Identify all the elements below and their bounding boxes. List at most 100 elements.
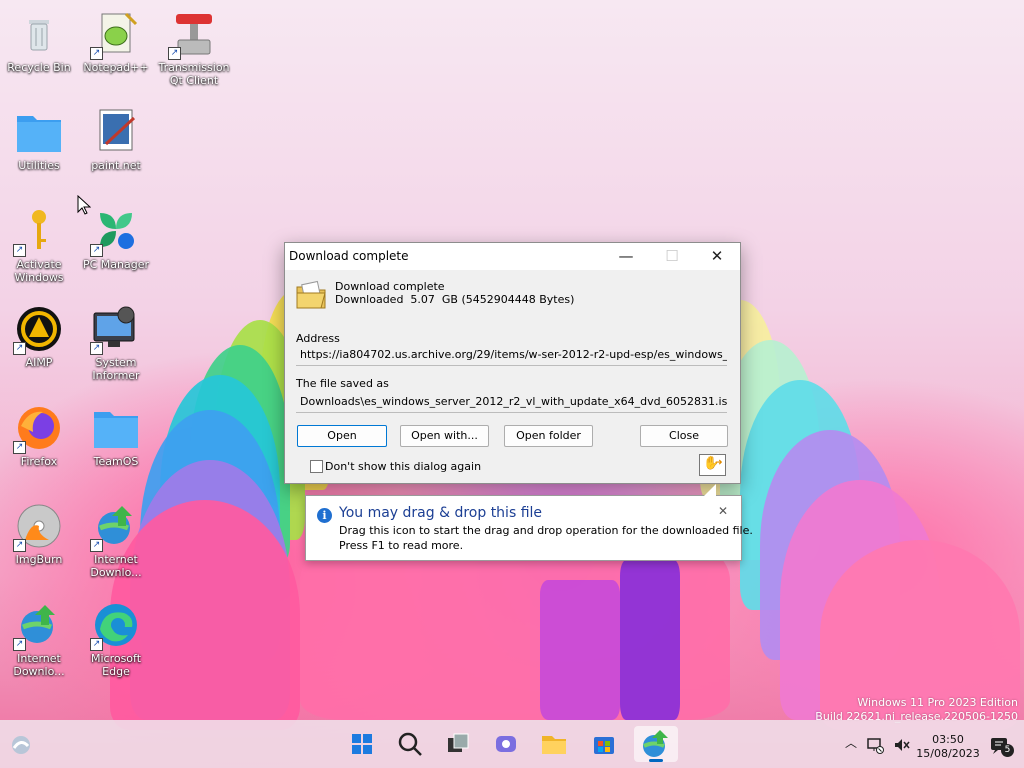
internet-download-manager-icon: ↗ [13,601,63,651]
folder-icon [15,108,63,156]
close-icon: ✕ [710,247,724,265]
microsoft-edge-icon: ↗ [90,601,140,651]
volume-muted-icon [895,739,910,751]
dont-show-checkbox[interactable] [310,460,323,473]
downloaded-size-text: Downloaded 5.07 GB (5452904448 Bytes) [335,293,575,306]
windows-edition-watermark: Windows 11 Pro 2023 Edition [857,696,1018,709]
maximize-button: ☐ [649,243,695,270]
desktop-icon-microsoft-edge[interactable]: ↗ Microsoft Edge [80,601,152,678]
address-field[interactable]: https://ia804702.us.archive.org/29/items… [296,345,727,366]
desktop-icon-label: TeamOS [93,455,139,468]
tooltip-line-2: Press F1 to read more. [339,539,464,552]
system-informer-icon: ↗ [90,305,140,355]
notification-center-button[interactable]: 5 [990,736,1014,758]
desktop-icon-internet-download-manager-2[interactable]: ↗ Internet Downlo... [3,601,75,678]
desktop-icon-internet-download-manager-1[interactable]: ↗ Internet Downlo... [80,502,152,579]
tooltip-title: You may drag & drop this file [339,505,543,521]
close-window-button[interactable]: ✕ [694,243,740,270]
desktop-icon-label: PC Manager [82,258,150,271]
firefox-icon: ↗ [13,404,63,454]
open-folder-button[interactable]: Open folder [504,425,593,447]
task-view-button[interactable] [442,728,474,760]
key-icon: ↗ [13,207,63,257]
aimp-icon: ↗ [13,305,63,355]
desktop-icon-paint-net[interactable]: paint.net [80,108,152,172]
microsoft-store-icon [594,737,614,754]
pc-manager-icon: ↗ [90,207,140,257]
widgets-button[interactable] [10,734,32,756]
imgburn-icon: ↗ [13,502,63,552]
recycle-bin-icon [15,10,63,58]
internet-download-manager-icon [643,730,668,757]
desktop-icon-activate-windows[interactable]: ↗ Activate Windows [3,207,75,284]
file-explorer-button[interactable] [538,728,570,760]
paint-net-icon [92,108,140,156]
desktop-icon-teamos[interactable]: TeamOS [80,404,152,468]
chevron-up-icon: ︿ [844,736,857,750]
windows-logo-icon [352,734,372,754]
drag-arrow-icon: ➜ [715,458,723,468]
desktop-icon-utilities[interactable]: Utilities [3,108,75,172]
desktop-icon-aimp[interactable]: ↗ AIMP [3,305,75,369]
open-button[interactable]: Open [297,425,387,447]
desktop-icon-label: ImgBurn [15,553,63,566]
tooltip-close-button[interactable]: ✕ [716,504,730,518]
desktop-icon-label: paint.net [91,159,141,172]
download-complete-dialog: Download complete — ☐ ✕ Download complet… [284,242,741,484]
tooltip-line-1: Drag this icon to start the drag and dro… [339,524,753,537]
microsoft-store-button[interactable] [588,728,620,760]
desktop-icon-label: Transmission Qt Client [158,61,230,87]
search-button[interactable] [394,728,426,760]
desktop-icon-firefox[interactable]: ↗ Firefox [3,404,75,468]
open-with-button[interactable]: Open with... [400,425,489,447]
folder-icon [92,404,140,452]
download-folder-icon [295,279,327,314]
dialog-title: Download complete [289,249,409,263]
internet-download-manager-icon: ↗ [90,502,140,552]
desktop-icon-label: Activate Windows [14,258,64,284]
minimize-button[interactable]: — [603,243,649,270]
drag-drop-tooltip: i You may drag & drop this file Drag thi… [305,484,753,561]
desktop-icon-imgburn[interactable]: ↗ ImgBurn [3,502,75,566]
search-icon [398,732,422,756]
saved-as-label: The file saved as [296,377,389,390]
weather-icon [12,736,30,754]
desktop-icon-label: Internet Downlo... [90,553,142,579]
mouse-cursor [77,194,92,218]
desktop-icon-label: Utilities [18,159,60,172]
start-button[interactable] [346,728,378,760]
desktop-icon-system-informer[interactable]: ↗ System Informer [80,305,152,382]
desktop-icon-notepad-plus-plus[interactable]: ↗ Notepad++ [80,10,152,74]
taskbar-internet-download-manager[interactable] [634,726,678,762]
network-status[interactable] [866,736,884,754]
close-button[interactable]: Close [640,425,728,447]
info-icon: i [317,508,332,523]
network-disconnected-icon [867,738,884,754]
chat-button[interactable] [490,728,522,760]
task-view-icon [448,733,469,752]
saved-as-field[interactable]: Downloads\es_windows_server_2012_r2_vl_w… [296,392,727,413]
desktop-icon-label: Firefox [20,455,58,468]
taskbar: ︿ 03:50 15/08/2023 5 [0,720,1024,768]
notepad-plus-plus-icon: ↗ [90,10,140,60]
dialog-titlebar[interactable]: Download complete — ☐ ✕ [285,243,740,270]
tooltip-pointer [704,484,716,496]
notification-count-badge: 5 [1001,744,1014,757]
desktop-icon-transmission[interactable]: ↗ Transmission Qt Client [158,10,230,87]
clock-time: 03:50 [932,733,964,746]
desktop-icon-label: Recycle Bin [7,61,71,74]
desktop-icon-label: Notepad++ [83,61,149,74]
volume-status[interactable] [893,736,911,754]
clock-date: 15/08/2023 [916,747,980,760]
transmission-icon: ↗ [168,10,218,60]
minimize-icon: — [618,247,634,265]
active-app-indicator [649,759,663,762]
maximize-icon: ☐ [665,247,679,265]
teams-chat-icon [496,736,516,752]
desktop-icon-recycle-bin[interactable]: Recycle Bin [3,10,75,74]
show-hidden-icons-button[interactable]: ︿ [843,734,859,754]
close-icon: ✕ [717,504,729,518]
file-explorer-icon [542,736,566,754]
drag-drop-handle[interactable]: ✋ ➜ [699,454,726,476]
clock[interactable]: 03:50 15/08/2023 [915,733,981,761]
